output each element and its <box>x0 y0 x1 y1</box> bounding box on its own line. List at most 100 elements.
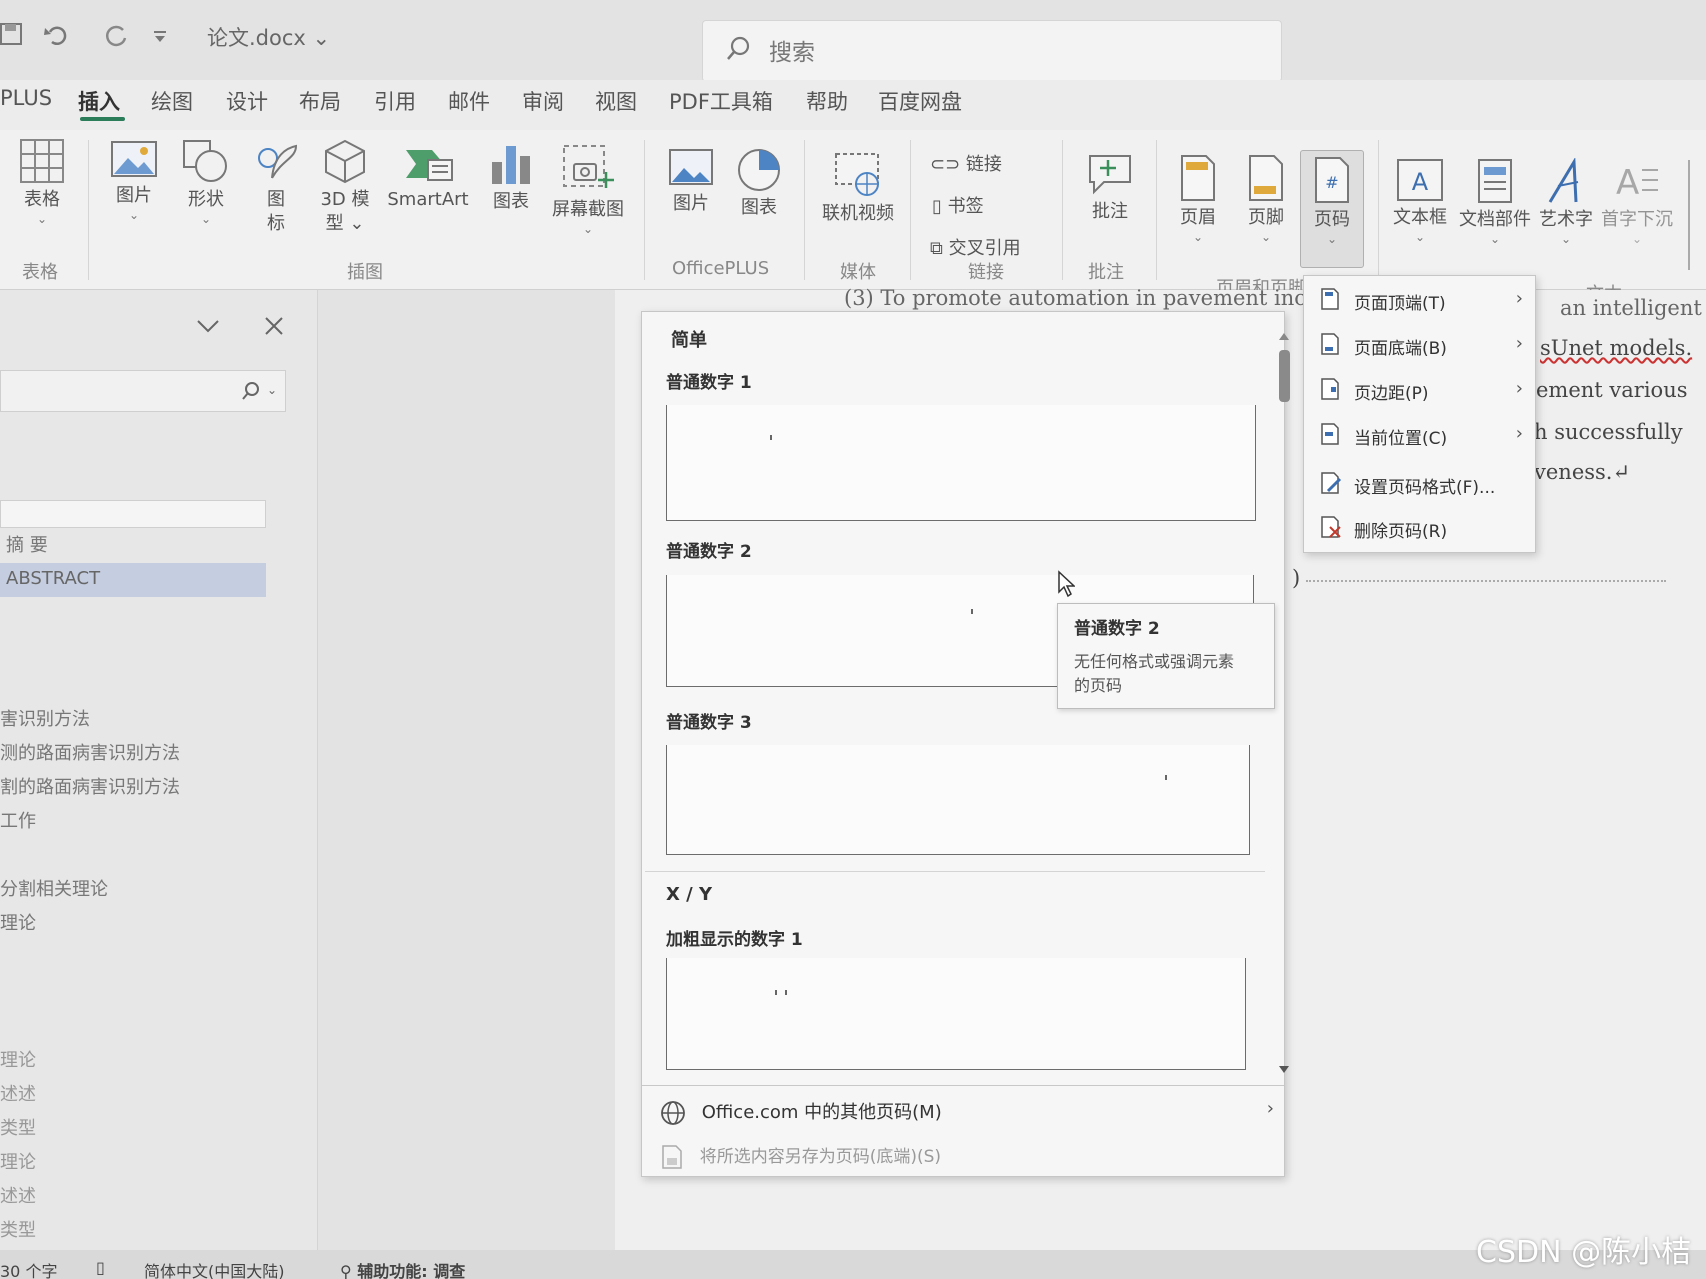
screenshot-button[interactable]: 屏幕截图 ⌄ <box>546 142 630 236</box>
tab-layout[interactable]: 布局 <box>299 86 341 116</box>
tab-review[interactable]: 审阅 <box>522 86 564 116</box>
page-number-label-group[interactable]: # 页码 ⌄ <box>1306 156 1358 246</box>
more-page-numbers-button[interactable]: Office.com 中的其他页码(M) › <box>660 1098 1280 1126</box>
tab-insert[interactable]: 插入 <box>78 86 120 116</box>
accessibility-icon: ⚲ <box>340 1262 352 1279</box>
link-button[interactable]: ⊂⊃ 链接 <box>930 150 1002 176</box>
officeplus-picture-button[interactable]: 图片 <box>665 148 717 216</box>
nav-item[interactable]: 述述 <box>0 1080 36 1106</box>
nav-item-abstract-cn[interactable]: 摘 要 <box>6 531 48 557</box>
tooltip-description: 的页码 <box>1074 676 1123 695</box>
gallery-thumbnail-plain-number-3[interactable] <box>666 745 1250 855</box>
more-text-icons[interactable] <box>1688 160 1706 270</box>
title-bar: 论文.docx ⌄ 搜索 <box>0 0 1706 88</box>
word-count[interactable]: 30 个字 <box>0 1258 57 1279</box>
language-status[interactable]: 简体中文(中国大陆) <box>144 1258 285 1279</box>
tab-references[interactable]: 引用 <box>374 86 416 116</box>
table-button[interactable]: 表格 ⌄ <box>16 138 68 226</box>
undo-icon[interactable] <box>42 22 70 46</box>
chevron-right-icon: › <box>1515 378 1523 399</box>
tab-baidu-netdisk[interactable]: 百度网盘 <box>878 86 962 116</box>
tab-pdf-tools[interactable]: PDF工具箱 <box>669 86 773 116</box>
menu-item-page-margins[interactable]: 页边距(P) › <box>1304 369 1537 409</box>
tab-draw[interactable]: 绘图 <box>151 86 193 116</box>
nav-item[interactable]: 理论 <box>0 909 36 935</box>
close-icon[interactable] <box>264 316 284 336</box>
chart-button[interactable]: 图表 <box>485 140 537 214</box>
tooltip-title: 普通数字 2 <box>1074 619 1160 639</box>
pane-options-icon[interactable] <box>196 318 220 334</box>
tab-mailings[interactable]: 邮件 <box>448 86 490 116</box>
3d-models-button[interactable]: 3D 模型 ⌄ <box>316 138 374 236</box>
officeplus-chart-button[interactable]: 图表 <box>733 146 785 220</box>
online-video-button[interactable]: 联机视频 <box>816 152 900 226</box>
tab-view[interactable]: 视图 <box>595 86 637 116</box>
format-page-numbers-icon <box>1320 471 1342 495</box>
nav-item[interactable]: 理论 <box>0 1046 36 1072</box>
nav-item-abstract-en[interactable]: ABSTRACT <box>0 563 266 597</box>
doc-text-line: ement various <box>1536 378 1688 402</box>
nav-item[interactable]: 理论 <box>0 1148 36 1174</box>
nav-item[interactable]: 述述 <box>0 1182 36 1208</box>
group-divider <box>910 140 911 280</box>
bookmark-button[interactable]: ▯ 书签 <box>932 192 984 218</box>
group-divider <box>804 140 805 280</box>
nav-item[interactable]: 测的路面病害识别方法 <box>0 739 180 765</box>
gallery-thumbnail-bold-number-1[interactable] <box>666 958 1246 1070</box>
shapes-button[interactable]: 形状 ⌄ <box>180 138 232 226</box>
doc-divider <box>1306 580 1666 582</box>
nav-heading-bar[interactable] <box>0 500 266 528</box>
tab-design[interactable]: 设计 <box>226 86 268 116</box>
nav-item[interactable]: 类型 <box>0 1114 36 1140</box>
nav-search-input[interactable]: ⌄ <box>0 370 286 412</box>
doc-text-line: ) <box>1292 566 1301 590</box>
doc-text-line: veness.↵ <box>1534 460 1631 484</box>
drop-cap-button[interactable]: A 首字下沉 ⌄ <box>1600 160 1674 246</box>
group-label-links: 链接 <box>968 262 1004 283</box>
remove-page-numbers-icon <box>1320 515 1342 539</box>
tab-help[interactable]: 帮助 <box>806 86 848 116</box>
save-icon[interactable] <box>0 22 22 46</box>
pie-chart-icon <box>738 149 780 191</box>
save-page-icon <box>660 1144 684 1170</box>
customize-qat-icon[interactable] <box>152 30 168 44</box>
footer-button[interactable]: 页脚 ⌄ <box>1240 154 1292 244</box>
tab-plus[interactable]: PLUS <box>0 86 52 110</box>
gallery-thumbnail-plain-number-1[interactable] <box>666 405 1256 521</box>
gallery-scrollbar[interactable] <box>1277 330 1289 1074</box>
search-box[interactable]: 搜索 <box>702 20 1282 82</box>
cross-reference-button[interactable]: ⧉ 交叉引用 <box>930 234 1021 260</box>
menu-item-remove-page-numbers[interactable]: 删除页码(R) <box>1304 507 1537 547</box>
nav-item[interactable]: 工作 <box>0 807 36 833</box>
accessibility-status[interactable]: ⚲ 辅助功能: 调查 <box>340 1258 465 1279</box>
book-icon[interactable]: ▯ <box>96 1258 105 1277</box>
picture-button[interactable]: 图片 ⌄ <box>108 140 160 222</box>
wordart-button[interactable]: 艺术字 ⌄ <box>1534 158 1598 246</box>
smartart-button[interactable]: SmartArt <box>384 144 472 212</box>
search-icon[interactable] <box>241 381 261 401</box>
search-placeholder: 搜索 <box>769 40 815 66</box>
icons-button[interactable]: 图标 <box>250 138 302 236</box>
textbox-button[interactable]: A 文本框 ⌄ <box>1390 158 1450 244</box>
nav-item[interactable]: 割的路面病害识别方法 <box>0 773 180 799</box>
gallery-section-simple: 简单 <box>671 330 707 351</box>
chevron-down-icon[interactable]: ⌄ <box>267 383 277 397</box>
redo-icon[interactable] <box>103 22 131 48</box>
quick-parts-button[interactable]: 文档部件 ⌄ <box>1458 158 1532 246</box>
scrollbar-thumb[interactable] <box>1279 350 1290 402</box>
menu-item-current-position[interactable]: 当前位置(C) › <box>1304 414 1537 454</box>
menu-item-format-page-numbers[interactable]: 设置页码格式(F)... <box>1304 463 1537 503</box>
nav-item[interactable]: 类型 <box>0 1216 36 1242</box>
group-label-comments: 批注 <box>1088 262 1124 283</box>
save-selection-as-page-number-button[interactable]: 将所选内容另存为页码(底端)(S) <box>660 1142 941 1170</box>
nav-item[interactable]: 分割相关理论 <box>0 875 108 901</box>
gallery-tooltip: 普通数字 2 无任何格式或强调元素 的页码 <box>1057 603 1275 709</box>
header-button[interactable]: 页眉 ⌄ <box>1172 154 1224 244</box>
menu-item-top-of-page[interactable]: 页面顶端(T) › <box>1304 279 1537 319</box>
nav-item[interactable]: 害识别方法 <box>0 705 90 731</box>
comment-button[interactable]: 批注 <box>1084 152 1136 224</box>
menu-item-bottom-of-page[interactable]: 页面底端(B) › <box>1304 324 1537 364</box>
page-number-marker <box>775 990 777 995</box>
document-name[interactable]: 论文.docx ⌄ <box>207 22 330 52</box>
search-icon <box>725 35 751 63</box>
